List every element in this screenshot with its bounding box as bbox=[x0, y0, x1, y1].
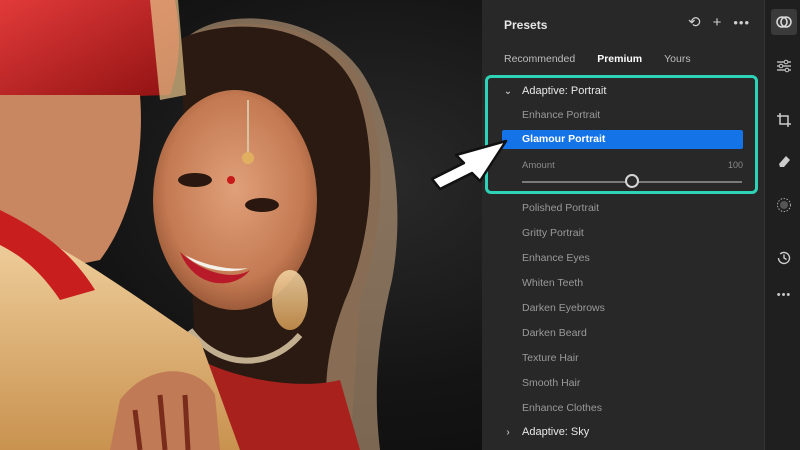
tutorial-highlight-box bbox=[485, 75, 758, 194]
presets-icon[interactable] bbox=[771, 9, 797, 35]
pointer-arrow-icon bbox=[430, 139, 508, 191]
tab-premium[interactable]: Premium bbox=[597, 53, 642, 65]
photo-canvas[interactable] bbox=[0, 0, 482, 450]
eraser-icon[interactable] bbox=[773, 150, 795, 172]
preset-smooth-hair[interactable]: Smooth Hair bbox=[522, 377, 580, 389]
group-label: Adaptive: Sky bbox=[522, 426, 590, 438]
preset-darken-beard[interactable]: Darken Beard bbox=[522, 327, 587, 339]
panel-header-icons: ⟲ + ••• bbox=[688, 15, 750, 30]
edit-sliders-icon[interactable] bbox=[773, 55, 795, 77]
wedding-photo bbox=[0, 0, 398, 450]
preset-texture-hair[interactable]: Texture Hair bbox=[522, 352, 579, 364]
preset-whiten-teeth[interactable]: Whiten Teeth bbox=[522, 277, 583, 289]
tool-strip: ••• bbox=[764, 0, 800, 450]
masking-icon[interactable] bbox=[773, 194, 795, 216]
preset-tabs: Recommended Premium Yours bbox=[504, 53, 691, 65]
tab-yours[interactable]: Yours bbox=[664, 53, 690, 65]
undo-icon[interactable]: ⟲ bbox=[688, 15, 701, 30]
preset-enhance-eyes[interactable]: Enhance Eyes bbox=[522, 252, 590, 264]
preset-enhance-clothes[interactable]: Enhance Clothes bbox=[522, 402, 602, 414]
group-adaptive-sky[interactable]: › Adaptive: Sky bbox=[502, 426, 589, 438]
more-icon[interactable]: ••• bbox=[733, 16, 750, 29]
history-icon[interactable] bbox=[773, 247, 795, 269]
preset-polished-portrait[interactable]: Polished Portrait bbox=[522, 202, 599, 214]
chevron-right-icon: › bbox=[506, 426, 510, 438]
preset-darken-eyebrows[interactable]: Darken Eyebrows bbox=[522, 302, 605, 314]
preset-gritty-portrait[interactable]: Gritty Portrait bbox=[522, 227, 584, 239]
tab-recommended[interactable]: Recommended bbox=[504, 53, 575, 65]
more-icon[interactable]: ••• bbox=[773, 284, 795, 306]
panel-title: Presets bbox=[504, 18, 548, 32]
crop-icon[interactable] bbox=[773, 109, 795, 131]
presets-panel: Presets ⟲ + ••• Recommended Premium Your… bbox=[482, 0, 764, 450]
plus-icon[interactable]: + bbox=[713, 15, 722, 30]
